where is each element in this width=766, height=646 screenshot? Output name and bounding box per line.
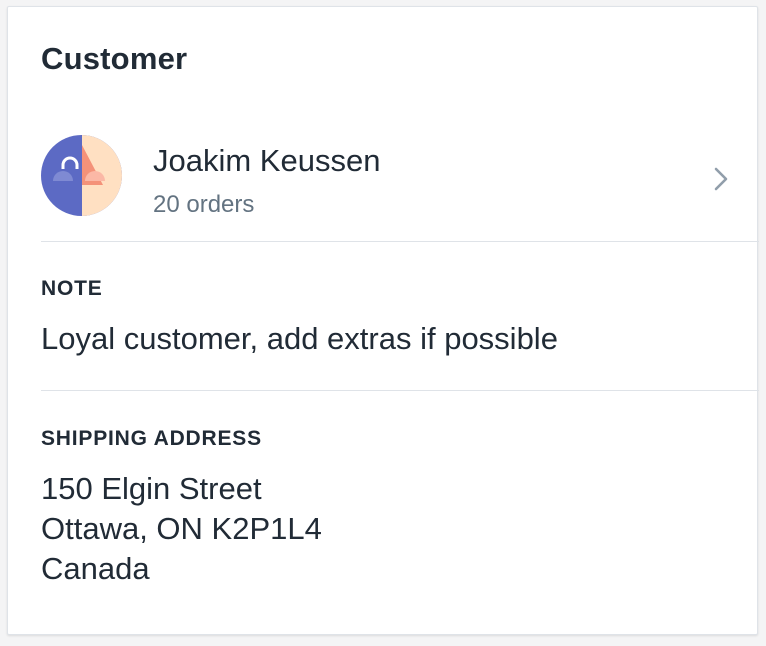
note-heading: NOTE xyxy=(41,277,103,300)
divider xyxy=(41,241,759,242)
shipping-address-heading: SHIPPING ADDRESS xyxy=(41,427,262,450)
note-text: Loyal customer, add extras if possible xyxy=(41,321,558,356)
customer-row[interactable]: Joakim Keussen 20 orders xyxy=(41,135,759,241)
customer-card: Customer Joakim Keussen 20 orders NOTE L… xyxy=(7,6,759,635)
card-title: Customer xyxy=(41,41,188,76)
customer-order-count: 20 orders xyxy=(153,191,255,218)
shipping-address-line-3: Canada xyxy=(41,551,150,586)
divider xyxy=(41,390,759,391)
chevron-right-icon[interactable] xyxy=(709,167,733,191)
customer-avatar-icon xyxy=(41,135,122,216)
customer-name[interactable]: Joakim Keussen xyxy=(153,143,380,179)
shipping-address-line-2: Ottawa, ON K2P1L4 xyxy=(41,511,322,546)
shipping-address-line-1: 150 Elgin Street xyxy=(41,471,262,506)
